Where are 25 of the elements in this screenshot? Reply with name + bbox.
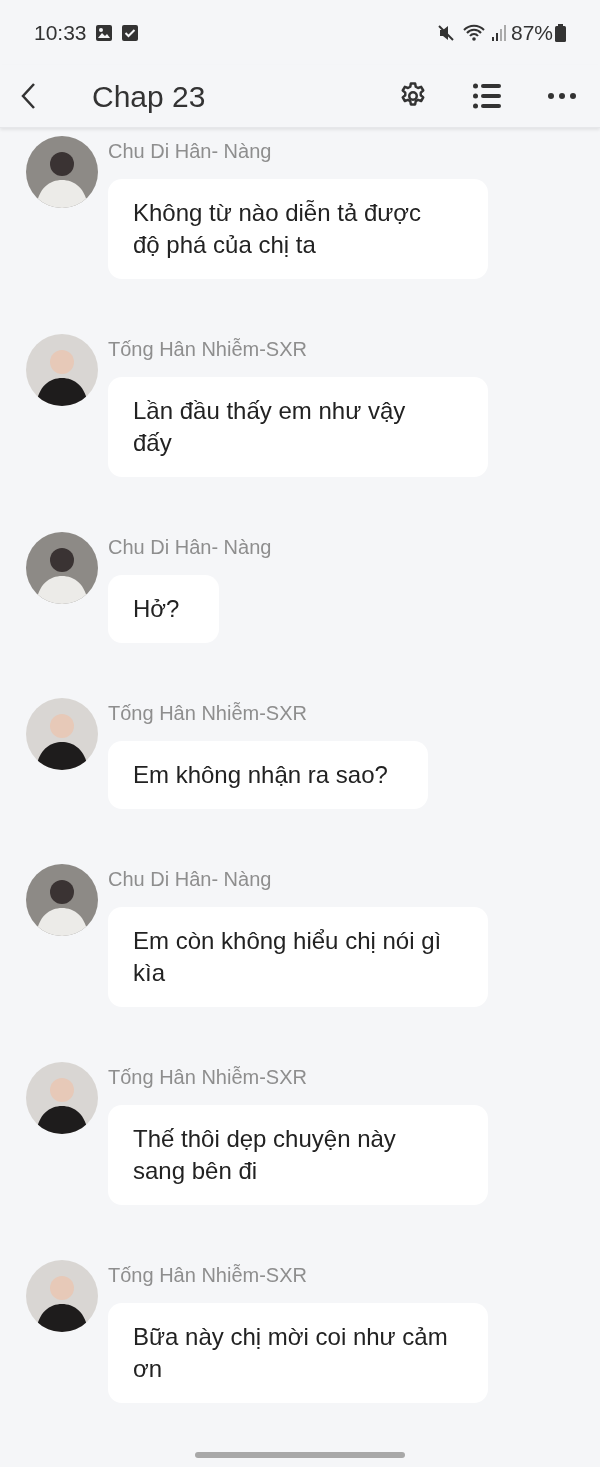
message-bubble: Hở? [108, 575, 220, 643]
sender-name: Tống Hân Nhiễm-SXR [108, 1263, 307, 1288]
sender-name: Chu Di Hân- Nàng [108, 139, 272, 164]
message-bubble: Em còn không hiểu chị nói gì kìa [108, 907, 488, 1007]
message-bubble: Bữa này chị mời coi như cảm ơn [108, 1303, 488, 1403]
sender-name: Tống Hân Nhiễm-SXR [108, 1065, 307, 1090]
wifi-icon [462, 23, 487, 42]
message-bubble: Không từ nào diễn tả được độ phá của chị ta [108, 179, 488, 279]
status-time: 10:33 [34, 19, 87, 46]
mute-icon [436, 23, 455, 42]
list-button[interactable] [473, 83, 501, 109]
message-bubble: Em không nhận ra sao? [108, 741, 428, 809]
checkbox-icon [120, 23, 139, 42]
more-button[interactable] [547, 92, 577, 100]
sender-name: Chu Di Hân- Nàng [108, 867, 272, 892]
message-bubble: Thế thôi dẹp chuyện này sang bên đi [108, 1105, 488, 1205]
signal-icon [490, 23, 507, 42]
sender-name: Tống Hân Nhiễm-SXR [108, 701, 307, 726]
image-icon [94, 23, 113, 42]
chapter-title: Chap 23 [92, 78, 206, 115]
sender-name: Chu Di Hân- Nàng [108, 535, 272, 560]
battery-level: 87% [510, 19, 553, 46]
sender-name: Tống Hân Nhiễm-SXR [108, 337, 307, 362]
battery-icon [555, 23, 566, 42]
message-bubble: Lần đầu thấy em như vậy đấy [108, 377, 488, 477]
